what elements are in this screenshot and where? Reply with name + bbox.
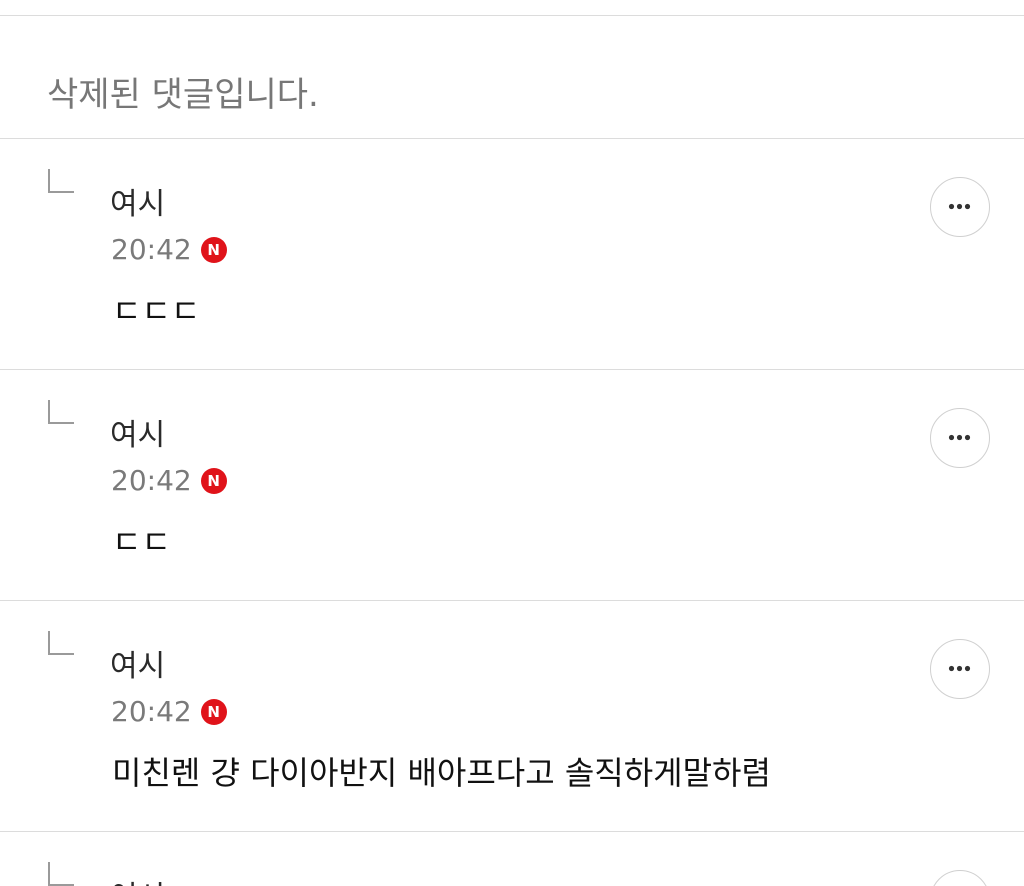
comment-time: 20:42 (111, 233, 192, 266)
deleted-comment-text: 삭제된 댓글입니다. (47, 75, 319, 115)
comment-nickname[interactable]: 여시 (110, 880, 165, 886)
more-options-icon (948, 203, 971, 210)
comment-time: 20:42 (111, 464, 192, 497)
more-options-button[interactable] (930, 177, 990, 237)
more-options-button[interactable] (930, 870, 990, 886)
comment-nickname[interactable]: 여시 (110, 649, 165, 685)
more-options-button[interactable] (930, 408, 990, 468)
comment-nickname[interactable]: 여시 (110, 187, 165, 223)
reply-arrow-icon (48, 862, 74, 886)
reply-arrow-icon (48, 169, 74, 193)
comment-nickname[interactable]: 여시 (110, 418, 165, 454)
comment-meta: 20:42 N (111, 234, 227, 266)
comment-text: 미친렌 걍 다이아반지 배아프다고 솔직하게말하렴 (112, 754, 771, 792)
comment-meta: 20:42 N (111, 696, 227, 728)
more-options-button[interactable] (930, 639, 990, 699)
reply-arrow-icon (48, 400, 74, 424)
new-badge-icon: N (200, 237, 227, 263)
new-badge-icon: N (200, 468, 227, 494)
more-options-icon (948, 665, 971, 672)
comment-text: ㄷㄷ (112, 523, 171, 561)
reply-comment: 여시 20:42 N ㄷㄷ (0, 370, 1024, 600)
comment-time: 20:42 (111, 695, 192, 728)
more-options-icon (948, 434, 971, 441)
reply-comment: 여시 20:42 N ㄷㄷㄷ (0, 139, 1024, 369)
more-options-icon (931, 871, 988, 886)
reply-comment: 여시 20:42 N 미친렌 걍 다이아반지 배아프다고 솔직하게말하렴 (0, 601, 1024, 831)
comment-text: ㄷㄷㄷ (112, 292, 201, 330)
reply-arrow-icon (48, 631, 74, 655)
reply-comment: 여시 (0, 832, 1024, 886)
new-badge-icon: N (200, 699, 227, 725)
deleted-comment: 삭제된 댓글입니다. (0, 16, 1024, 138)
comment-meta: 20:42 N (111, 465, 227, 497)
